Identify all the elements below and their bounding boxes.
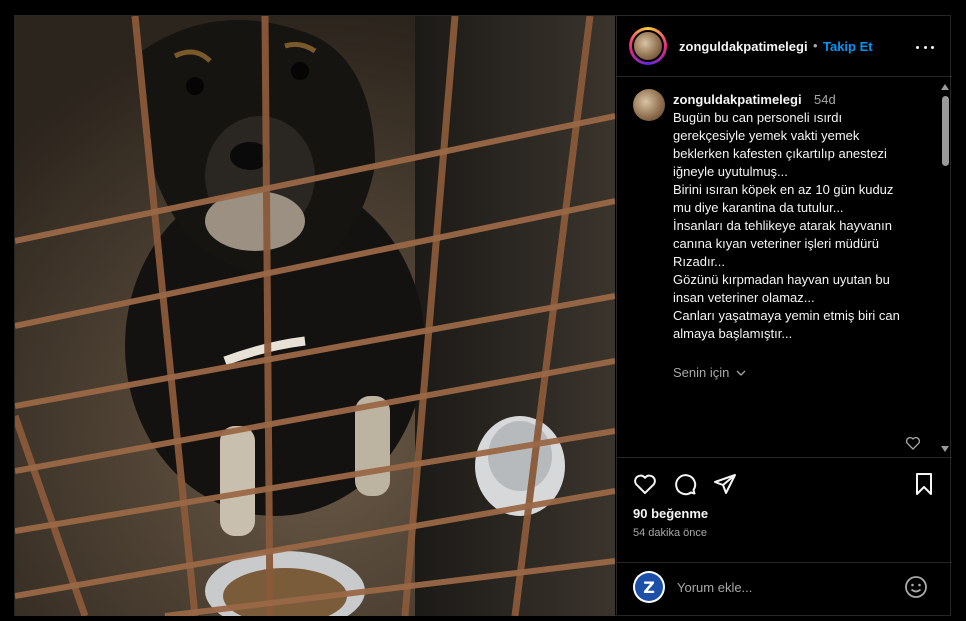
caption-time[interactable]: 54d [814,92,836,107]
caption-line: Birini ısıran köpek en az 10 gün kuduz [673,182,894,197]
caption-line: almaya başlamıştır... [673,326,793,341]
avatar-image [632,30,664,62]
follow-button[interactable]: Takip Et [823,39,873,54]
chevron-down-icon [736,370,746,376]
bookmark-icon[interactable] [912,472,936,496]
post-modal: zonguldakpatimelegi • Takip Et zonguldak… [14,15,952,616]
separator-dot: • [813,38,818,53]
share-icon[interactable] [713,472,737,496]
comment-input[interactable] [677,577,887,597]
caption-line: canına kıyan veteriner işleri müdürü [673,236,879,251]
likes-count[interactable]: 90 beğenme [633,506,708,521]
comment-icon[interactable] [673,472,697,496]
comments-section: zonguldakpatimelegi 54d Bugün bu can per… [617,78,952,458]
more-options-icon[interactable] [913,37,937,57]
heart-icon[interactable] [633,472,657,496]
scroll-thumb[interactable] [942,96,949,166]
caption-line: Gözünü kırpmadan hayvan uyutan bu [673,272,890,287]
senin-icin-dropdown[interactable]: Senin için [673,365,747,380]
scroll-up-arrow-icon[interactable] [941,84,949,90]
post-side-panel: zonguldakpatimelegi • Takip Et zonguldak… [616,16,952,616]
scroll-down-arrow-icon[interactable] [941,446,949,452]
caption-line: İnsanları da tehlikeye atarak hayvanın [673,218,892,233]
comments-scrollbar[interactable] [940,82,950,454]
profile-avatar[interactable] [629,27,667,65]
caption-line: Canları yaşatmaya yemin etmiş biri can [673,308,900,323]
caption-line: gerekçesiyle yemek vakti yemek [673,128,860,143]
caption-line: insan veteriner olamaz... [673,290,815,305]
caption-text: Bugün bu can personeli ısırdı gerekçesiy… [673,109,935,343]
caption-line: iğneyle uyutulmuş... [673,164,788,179]
current-user-avatar[interactable]: Z [633,571,665,603]
caption-line: Rızadır... [673,254,726,269]
caption-like-heart-icon[interactable] [905,435,921,451]
post-header: zonguldakpatimelegi • Takip Et [617,16,952,77]
post-image[interactable] [15,16,615,616]
add-comment-bar: Z [617,562,952,616]
caption-line: beklerken kafesten çıkartılıp anestezi [673,146,887,161]
emoji-icon[interactable] [904,575,928,599]
post-actions [617,469,952,499]
avatar-letter: Z [635,573,663,601]
caption-avatar[interactable] [633,89,665,121]
senin-icin-label: Senin için [673,365,730,380]
header-username[interactable]: zonguldakpatimelegi [679,39,808,54]
caption-line: mu diye karantina da tutulur... [673,200,844,215]
caption-username[interactable]: zonguldakpatimelegi [673,92,802,107]
dog-in-cage-photo [15,16,615,616]
caption-line: Bugün bu can personeli ısırdı [673,110,843,125]
post-time-ago[interactable]: 54 dakika önce [633,527,707,539]
